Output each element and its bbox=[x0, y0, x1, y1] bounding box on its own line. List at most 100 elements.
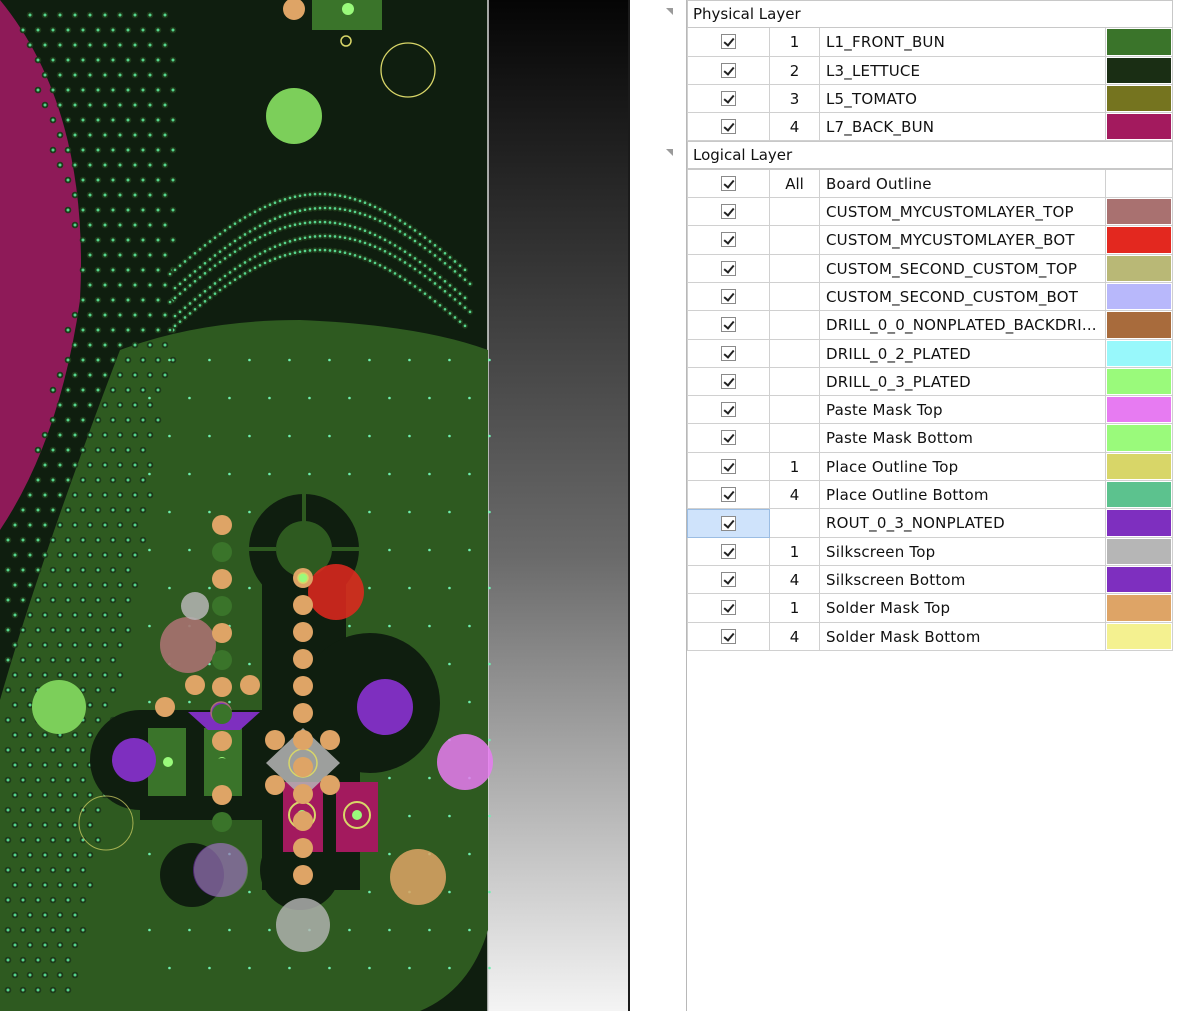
layer-color-swatch[interactable] bbox=[1107, 425, 1171, 451]
layer-visible-cell[interactable] bbox=[687, 339, 770, 368]
layer-visible-checkbox[interactable] bbox=[721, 175, 736, 191]
layer-color-cell[interactable] bbox=[1106, 339, 1173, 368]
layer-visible-cell[interactable] bbox=[687, 565, 770, 595]
layer-color-cell[interactable] bbox=[1106, 367, 1173, 397]
layer-color-cell[interactable] bbox=[1106, 282, 1173, 312]
layer-color-cell[interactable] bbox=[1106, 254, 1173, 283]
layer-visible-checkbox[interactable] bbox=[721, 119, 736, 135]
layer-color-cell[interactable] bbox=[1106, 113, 1173, 142]
layer-visible-checkbox[interactable] bbox=[721, 402, 736, 418]
layer-visible-cell[interactable] bbox=[687, 424, 770, 453]
layer-color-cell[interactable] bbox=[1106, 226, 1173, 255]
layer-visible-cell[interactable] bbox=[687, 84, 770, 114]
layer-visible-cell[interactable] bbox=[687, 282, 770, 312]
layer-row[interactable]: Paste Mask Top bbox=[687, 396, 1173, 425]
layer-color-swatch[interactable] bbox=[1107, 566, 1171, 593]
layer-color-cell[interactable] bbox=[1106, 452, 1173, 482]
layer-color-swatch[interactable] bbox=[1107, 538, 1171, 564]
layer-visible-cell[interactable] bbox=[687, 594, 770, 623]
layer-row[interactable]: CUSTOM_MYCUSTOMLAYER_BOT bbox=[687, 226, 1173, 255]
layer-color-swatch[interactable] bbox=[1107, 57, 1171, 83]
layer-visible-cell[interactable] bbox=[687, 113, 770, 142]
layer-color-cell[interactable] bbox=[1106, 537, 1173, 566]
layer-visible-checkbox[interactable] bbox=[721, 34, 736, 50]
layer-color-swatch[interactable] bbox=[1107, 255, 1171, 281]
layer-visible-checkbox[interactable] bbox=[721, 62, 736, 78]
layer-row[interactable]: 1 Solder Mask Top bbox=[687, 594, 1173, 623]
layer-visible-cell[interactable] bbox=[687, 311, 770, 340]
layer-visible-checkbox[interactable] bbox=[721, 430, 736, 446]
layer-visible-cell[interactable] bbox=[687, 367, 770, 397]
layer-visible-checkbox[interactable] bbox=[721, 543, 736, 559]
layer-visible-cell[interactable] bbox=[687, 396, 770, 425]
layer-color-swatch[interactable] bbox=[1107, 170, 1171, 197]
layer-color-swatch[interactable] bbox=[1107, 283, 1171, 310]
layer-visible-cell[interactable] bbox=[687, 169, 770, 199]
layer-row[interactable]: All Board Outline bbox=[687, 169, 1173, 199]
layer-color-cell[interactable] bbox=[1106, 311, 1173, 340]
layer-visible-cell[interactable] bbox=[687, 509, 770, 538]
layer-color-cell[interactable] bbox=[1106, 396, 1173, 425]
layer-visible-cell[interactable] bbox=[687, 622, 770, 651]
layer-row[interactable]: 4 Place Outline Bottom bbox=[687, 481, 1173, 510]
layer-visible-checkbox[interactable] bbox=[721, 458, 736, 474]
logical-layer-group[interactable]: Logical Layer bbox=[687, 141, 1173, 170]
layer-visible-checkbox[interactable] bbox=[721, 90, 736, 106]
layer-color-cell[interactable] bbox=[1106, 565, 1173, 595]
layer-visible-checkbox[interactable] bbox=[721, 600, 736, 616]
layer-row[interactable]: 1 L1_FRONT_BUN bbox=[687, 28, 1173, 57]
layer-color-swatch[interactable] bbox=[1107, 227, 1171, 253]
layer-color-swatch[interactable] bbox=[1107, 510, 1171, 536]
layer-color-cell[interactable] bbox=[1106, 594, 1173, 623]
layer-visible-checkbox[interactable] bbox=[721, 288, 736, 304]
layer-row[interactable]: 4 Solder Mask Bottom bbox=[687, 622, 1173, 651]
layer-visible-checkbox[interactable] bbox=[721, 373, 736, 389]
layer-color-cell[interactable] bbox=[1106, 56, 1173, 85]
layer-color-cell[interactable] bbox=[1106, 622, 1173, 651]
layer-color-swatch[interactable] bbox=[1107, 29, 1171, 55]
layer-visible-cell[interactable] bbox=[687, 56, 770, 85]
layer-visible-cell[interactable] bbox=[687, 254, 770, 283]
layer-row[interactable]: 1 Silkscreen Top bbox=[687, 537, 1173, 566]
layer-color-swatch[interactable] bbox=[1107, 199, 1171, 225]
layer-color-cell[interactable] bbox=[1106, 509, 1173, 538]
layer-color-swatch[interactable] bbox=[1107, 595, 1171, 621]
layer-visible-checkbox[interactable] bbox=[721, 628, 736, 644]
layer-row[interactable]: 2 L3_LETTUCE bbox=[687, 56, 1173, 85]
layer-row[interactable]: CUSTOM_SECOND_CUSTOM_BOT bbox=[687, 282, 1173, 312]
pcb-canvas[interactable] bbox=[0, 0, 628, 1011]
layer-row[interactable]: 4 Silkscreen Bottom bbox=[687, 565, 1173, 595]
layer-visible-checkbox[interactable] bbox=[721, 487, 736, 503]
layer-color-cell[interactable] bbox=[1106, 169, 1173, 199]
layer-color-cell[interactable] bbox=[1106, 28, 1173, 57]
layer-row[interactable]: 3 L5_TOMATO bbox=[687, 84, 1173, 114]
layer-color-swatch[interactable] bbox=[1107, 312, 1171, 338]
layer-color-swatch[interactable] bbox=[1107, 340, 1171, 366]
collapse-logical-icon[interactable] bbox=[666, 149, 673, 156]
layer-color-swatch[interactable] bbox=[1107, 85, 1171, 112]
layer-row[interactable]: CUSTOM_MYCUSTOMLAYER_TOP bbox=[687, 198, 1173, 227]
layer-color-swatch[interactable] bbox=[1107, 453, 1171, 480]
physical-layer-group[interactable]: Physical Layer bbox=[687, 0, 1173, 29]
layer-row[interactable]: DRILL_0_3_PLATED bbox=[687, 367, 1173, 397]
collapse-physical-icon[interactable] bbox=[666, 8, 673, 15]
layer-row[interactable]: CUSTOM_SECOND_CUSTOM_TOP bbox=[687, 254, 1173, 283]
layer-color-cell[interactable] bbox=[1106, 84, 1173, 114]
layer-row[interactable]: ROUT_0_3_NONPLATED bbox=[687, 509, 1173, 538]
layer-row[interactable]: 1 Place Outline Top bbox=[687, 452, 1173, 482]
layer-visible-checkbox[interactable] bbox=[721, 317, 736, 333]
layer-visible-cell[interactable] bbox=[687, 452, 770, 482]
layer-visible-cell[interactable] bbox=[687, 28, 770, 57]
layer-visible-checkbox[interactable] bbox=[721, 260, 736, 276]
layer-visible-checkbox[interactable] bbox=[721, 204, 736, 220]
layer-visible-cell[interactable] bbox=[687, 198, 770, 227]
layer-row[interactable]: DRILL_0_2_PLATED bbox=[687, 339, 1173, 368]
layer-visible-checkbox[interactable] bbox=[721, 345, 736, 361]
layer-color-cell[interactable] bbox=[1106, 424, 1173, 453]
layer-row[interactable]: 4 L7_BACK_BUN bbox=[687, 113, 1173, 142]
layer-color-swatch[interactable] bbox=[1107, 397, 1171, 423]
layer-color-swatch[interactable] bbox=[1107, 368, 1171, 395]
layer-visible-checkbox[interactable] bbox=[721, 516, 736, 532]
layer-visible-cell[interactable] bbox=[687, 537, 770, 566]
layer-color-cell[interactable] bbox=[1106, 481, 1173, 510]
